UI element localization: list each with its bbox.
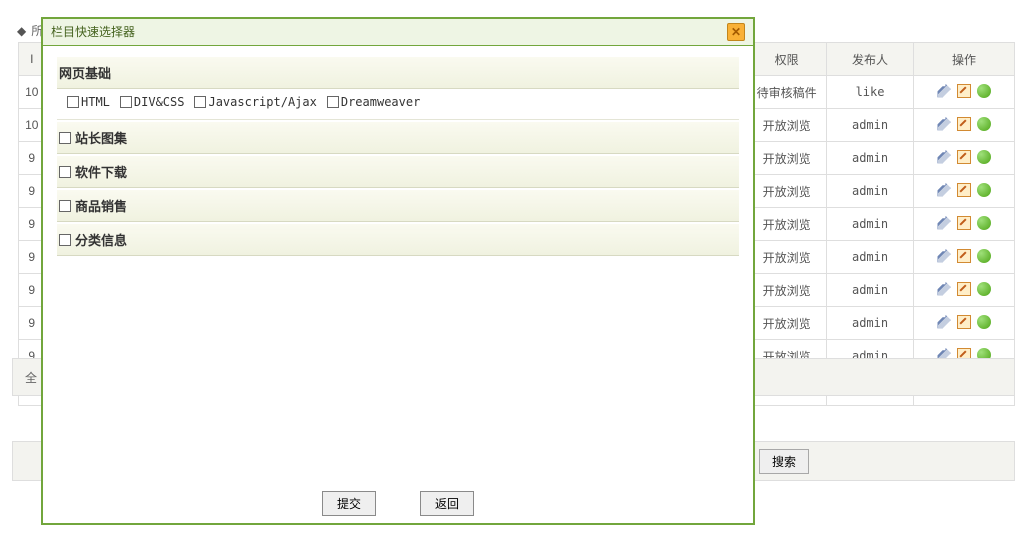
cell-ops [913, 208, 1014, 241]
leaf-checkbox[interactable] [120, 96, 132, 108]
cell-ops [913, 307, 1014, 340]
close-icon[interactable]: ✕ [727, 23, 745, 41]
leaf-checkbox[interactable] [67, 96, 79, 108]
cell-publisher: admin [827, 307, 914, 340]
cell-ops [913, 76, 1014, 109]
category-checkbox[interactable] [59, 234, 71, 246]
settings-icon[interactable] [937, 249, 951, 263]
search-button[interactable]: 搜索 [759, 449, 809, 474]
cell-ops [913, 109, 1014, 142]
globe-icon[interactable] [977, 183, 991, 197]
dialog-title: 栏目快速选择器 [51, 19, 135, 45]
cell-ops [913, 175, 1014, 208]
globe-icon[interactable] [977, 315, 991, 329]
settings-icon[interactable] [937, 150, 951, 164]
edit-icon[interactable] [957, 117, 971, 131]
cell-publisher: admin [827, 241, 914, 274]
th-perm: 权限 [747, 43, 827, 76]
category-leaves: HTML DIV&CSS Javascript/Ajax Dreamweaver [57, 89, 739, 120]
cell-perm: 开放浏览 [747, 307, 827, 340]
settings-icon[interactable] [937, 315, 951, 329]
category-label: 站长图集 [75, 128, 127, 147]
submit-button[interactable]: 提交 [322, 491, 376, 516]
cell-perm: 开放浏览 [747, 274, 827, 307]
globe-icon[interactable] [977, 150, 991, 164]
category-checkbox[interactable] [59, 166, 71, 178]
category-label: 商品销售 [75, 196, 127, 215]
leaf-label: HTML [81, 95, 110, 109]
settings-icon[interactable] [937, 216, 951, 230]
globe-icon[interactable] [977, 282, 991, 296]
cell-perm: 开放浏览 [747, 109, 827, 142]
leaf-checkbox[interactable] [194, 96, 206, 108]
leaf-checkbox[interactable] [327, 96, 339, 108]
quick-selector-dialog: 栏目快速选择器 ✕ 网页基础 HTML DIV&CSS Javascript/Ajax… [41, 17, 755, 525]
cell-publisher: admin [827, 208, 914, 241]
th-ops: 操作 [913, 43, 1014, 76]
cell-perm: 开放浏览 [747, 208, 827, 241]
edit-icon[interactable] [957, 315, 971, 329]
cell-perm: 开放浏览 [747, 241, 827, 274]
cell-publisher: admin [827, 175, 914, 208]
category-label: 分类信息 [75, 230, 127, 249]
edit-icon[interactable] [957, 84, 971, 98]
edit-icon[interactable] [957, 183, 971, 197]
category-header[interactable]: 软件下载 [57, 156, 739, 188]
globe-icon[interactable] [977, 216, 991, 230]
bottom-label: 全 [25, 369, 37, 386]
cell-publisher: like [827, 76, 914, 109]
globe-icon[interactable] [977, 117, 991, 131]
back-button[interactable]: 返回 [420, 491, 474, 516]
cell-ops [913, 274, 1014, 307]
leaf-label: DIV&CSS [134, 95, 185, 109]
category-header[interactable]: 商品销售 [57, 190, 739, 222]
category-label: 软件下载 [75, 162, 127, 181]
category-header[interactable]: 分类信息 [57, 224, 739, 256]
leaf-item[interactable]: HTML [67, 95, 110, 109]
category-checkbox[interactable] [59, 200, 71, 212]
settings-icon[interactable] [937, 282, 951, 296]
globe-icon[interactable] [977, 249, 991, 263]
leaf-label: Javascript/Ajax [208, 95, 316, 109]
edit-icon[interactable] [957, 249, 971, 263]
th-publisher: 发布人 [827, 43, 914, 76]
edit-icon[interactable] [957, 216, 971, 230]
category-header: 网页基础 [57, 57, 739, 89]
page-title: 所 [17, 22, 43, 39]
leaf-label: Dreamweaver [341, 95, 420, 109]
category-header[interactable]: 站长图集 [57, 122, 739, 154]
leaf-item[interactable]: DIV&CSS [120, 95, 185, 109]
globe-icon[interactable] [977, 84, 991, 98]
cell-publisher: admin [827, 109, 914, 142]
edit-icon[interactable] [957, 150, 971, 164]
cell-perm: 开放浏览 [747, 175, 827, 208]
category-checkbox[interactable] [59, 132, 71, 144]
cell-perm: 待审核稿件 [747, 76, 827, 109]
leaf-item[interactable]: Javascript/Ajax [194, 95, 316, 109]
settings-icon[interactable] [937, 183, 951, 197]
settings-icon[interactable] [937, 84, 951, 98]
cell-publisher: admin [827, 274, 914, 307]
edit-icon[interactable] [957, 282, 971, 296]
cell-ops [913, 142, 1014, 175]
cell-publisher: admin [827, 142, 914, 175]
leaf-item[interactable]: Dreamweaver [327, 95, 420, 109]
cell-ops [913, 241, 1014, 274]
settings-icon[interactable] [937, 117, 951, 131]
cell-perm: 开放浏览 [747, 142, 827, 175]
